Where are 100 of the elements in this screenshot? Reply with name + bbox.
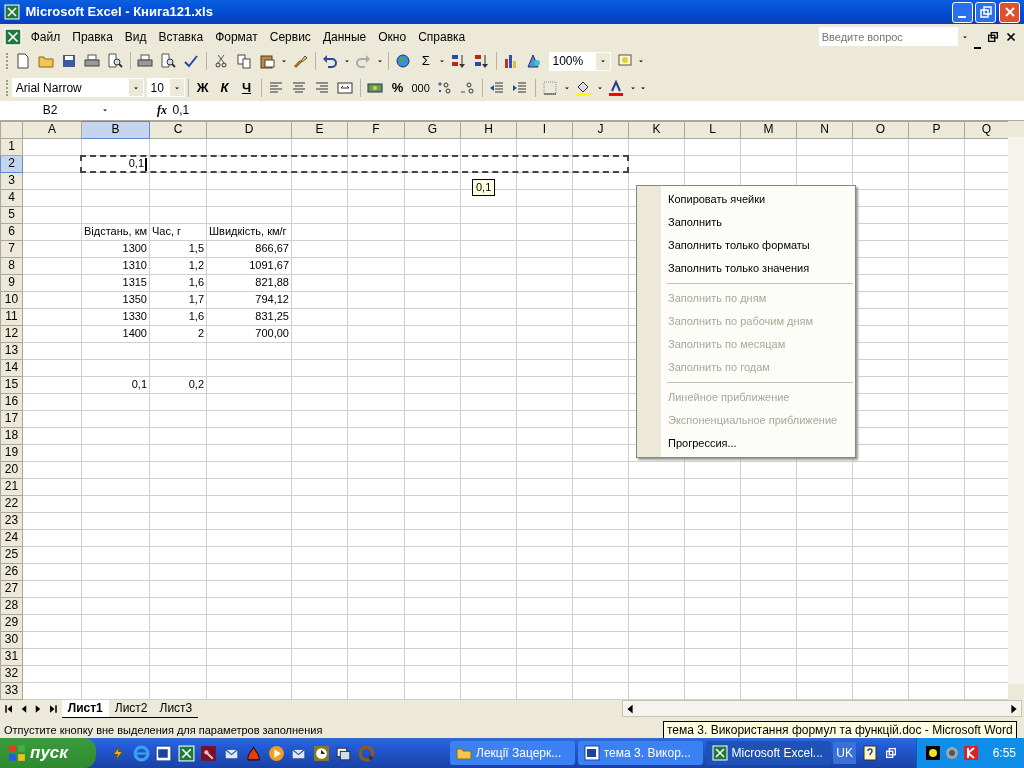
column-header[interactable]: H bbox=[460, 121, 517, 139]
sort-descending-icon[interactable] bbox=[473, 53, 490, 69]
folder-icon[interactable] bbox=[38, 53, 55, 69]
merge-cells-icon[interactable] bbox=[337, 79, 353, 96]
table-cell-text: 831,25 bbox=[254, 309, 289, 325]
taskbar-button[interactable]: Microsoft Excel... bbox=[705, 741, 831, 765]
increase-indent-icon[interactable] bbox=[512, 79, 529, 96]
check-mark-icon[interactable] bbox=[183, 53, 200, 69]
column-header[interactable]: Q bbox=[964, 121, 1009, 139]
bold-button[interactable]: Ж bbox=[191, 76, 214, 99]
restore-button[interactable] bbox=[975, 1, 997, 23]
help-icon[interactable] bbox=[861, 745, 878, 761]
function-label[interactable]: fx bbox=[157, 101, 167, 120]
underline-button[interactable]: Ч bbox=[235, 76, 258, 99]
taskbar-button[interactable]: тема 3. Викор... bbox=[577, 741, 703, 765]
menu-item[interactable]: Копировать ячейки bbox=[637, 188, 855, 211]
magnifier-icon[interactable] bbox=[160, 53, 177, 69]
copy-icon[interactable] bbox=[236, 53, 253, 69]
column-header[interactable]: K bbox=[628, 121, 685, 139]
column-header[interactable]: B bbox=[81, 121, 150, 139]
shield-icon[interactable] bbox=[962, 745, 979, 761]
menu-item[interactable]: Прогрессия... bbox=[637, 432, 855, 455]
menu-item[interactable]: Правка bbox=[66, 25, 119, 48]
menu-item[interactable]: Формат bbox=[209, 25, 264, 48]
last-sheet-icon[interactable] bbox=[47, 702, 59, 715]
help-field[interactable]: Введите вопрос bbox=[819, 27, 958, 46]
key-icon[interactable] bbox=[200, 744, 217, 762]
folder-icon bbox=[456, 745, 472, 761]
fill-tooltip: 0,1 bbox=[472, 178, 496, 196]
browser-icon[interactable] bbox=[132, 744, 150, 762]
spreadsheet-icon[interactable] bbox=[177, 744, 195, 762]
minimize-icon[interactable] bbox=[974, 47, 982, 49]
column-header[interactable]: G bbox=[404, 121, 461, 139]
start-button[interactable]: пуск bbox=[0, 738, 96, 768]
borders-icon[interactable] bbox=[542, 79, 559, 96]
menu-item[interactable]: Заполнить bbox=[637, 211, 855, 234]
column-header[interactable]: A bbox=[22, 121, 82, 139]
autosum-button[interactable]: Σ bbox=[414, 50, 437, 72]
table-cell-text: 1350 bbox=[121, 292, 147, 308]
printer-icon[interactable] bbox=[84, 53, 101, 69]
menu-item[interactable]: Заполнить только значения bbox=[637, 257, 855, 280]
magnifier-icon[interactable] bbox=[107, 53, 124, 69]
font-color-icon[interactable] bbox=[608, 79, 625, 96]
sort-ascending-icon[interactable] bbox=[450, 53, 467, 69]
column-header[interactable]: M bbox=[740, 121, 797, 139]
flame-icon[interactable] bbox=[245, 744, 262, 762]
window-restore-icon[interactable] bbox=[883, 746, 898, 760]
menu-item[interactable]: Справка bbox=[412, 25, 472, 48]
decrease-decimal-icon[interactable] bbox=[459, 79, 476, 96]
play-icon[interactable] bbox=[267, 744, 285, 762]
menu-item[interactable]: Вид bbox=[118, 25, 153, 48]
font-field[interactable]: Arial Narrow bbox=[11, 78, 144, 98]
sheet-tab[interactable]: Лист2 bbox=[108, 699, 154, 719]
font-size-field[interactable]: 10 bbox=[146, 78, 185, 98]
column-header[interactable]: L bbox=[684, 121, 741, 139]
menu-item[interactable]: Окно bbox=[372, 25, 413, 48]
taskbar-button[interactable]: Лекції Зацерк... bbox=[450, 741, 575, 765]
align-right-icon[interactable] bbox=[314, 79, 330, 96]
align-left-icon[interactable] bbox=[268, 79, 284, 96]
menu-item[interactable]: Вставка bbox=[152, 25, 210, 48]
printer-icon[interactable] bbox=[137, 53, 154, 69]
column-header[interactable]: O bbox=[852, 121, 909, 139]
column-header[interactable]: N bbox=[796, 121, 853, 139]
clock-icon[interactable] bbox=[312, 744, 330, 762]
shapes-icon[interactable] bbox=[526, 53, 543, 69]
menu-item[interactable]: Данные bbox=[316, 25, 373, 48]
table-cell-text: Час, г bbox=[152, 224, 183, 240]
zoom-field[interactable]: 100% bbox=[548, 51, 611, 71]
undo-icon[interactable] bbox=[322, 53, 339, 69]
column-header[interactable]: C bbox=[149, 121, 207, 139]
column-header[interactable]: E bbox=[291, 121, 348, 139]
percent-button[interactable]: % bbox=[386, 76, 409, 99]
language-indicator[interactable]: UK bbox=[833, 742, 856, 764]
increase-decimal-icon[interactable] bbox=[436, 79, 453, 96]
table-cell-text: 821,88 bbox=[254, 275, 289, 291]
column-header[interactable]: D bbox=[206, 121, 292, 139]
first-sheet-icon[interactable] bbox=[2, 702, 15, 715]
clipboard-icon[interactable] bbox=[259, 53, 276, 69]
sun-icon[interactable] bbox=[925, 745, 942, 761]
close-button[interactable] bbox=[999, 1, 1020, 23]
brush-icon[interactable] bbox=[292, 53, 309, 69]
restore-icon[interactable] bbox=[986, 29, 1000, 44]
column-header[interactable]: P bbox=[908, 121, 965, 139]
column-header[interactable]: I bbox=[516, 121, 573, 139]
horizontal-scrollbar[interactable] bbox=[621, 700, 1022, 718]
decrease-indent-icon[interactable] bbox=[489, 79, 506, 96]
thousands-button[interactable]: 000 bbox=[408, 76, 433, 99]
column-header[interactable]: J bbox=[572, 121, 629, 139]
globe-icon[interactable] bbox=[395, 53, 412, 69]
align-center-icon[interactable] bbox=[291, 79, 307, 96]
menu-item[interactable]: Сервис bbox=[263, 25, 317, 48]
menu-item[interactable]: Файл bbox=[24, 25, 67, 48]
minimize-button[interactable] bbox=[951, 1, 973, 23]
column-header[interactable]: F bbox=[347, 121, 405, 139]
vertical-scrollbar[interactable] bbox=[1008, 120, 1024, 700]
sheet-tab[interactable]: Лист3 bbox=[153, 699, 199, 719]
scissors-icon[interactable] bbox=[213, 53, 230, 69]
italic-button[interactable]: К bbox=[213, 76, 236, 99]
fill-color-icon[interactable] bbox=[575, 79, 592, 96]
menu-item[interactable]: Заполнить только форматы bbox=[637, 234, 855, 257]
